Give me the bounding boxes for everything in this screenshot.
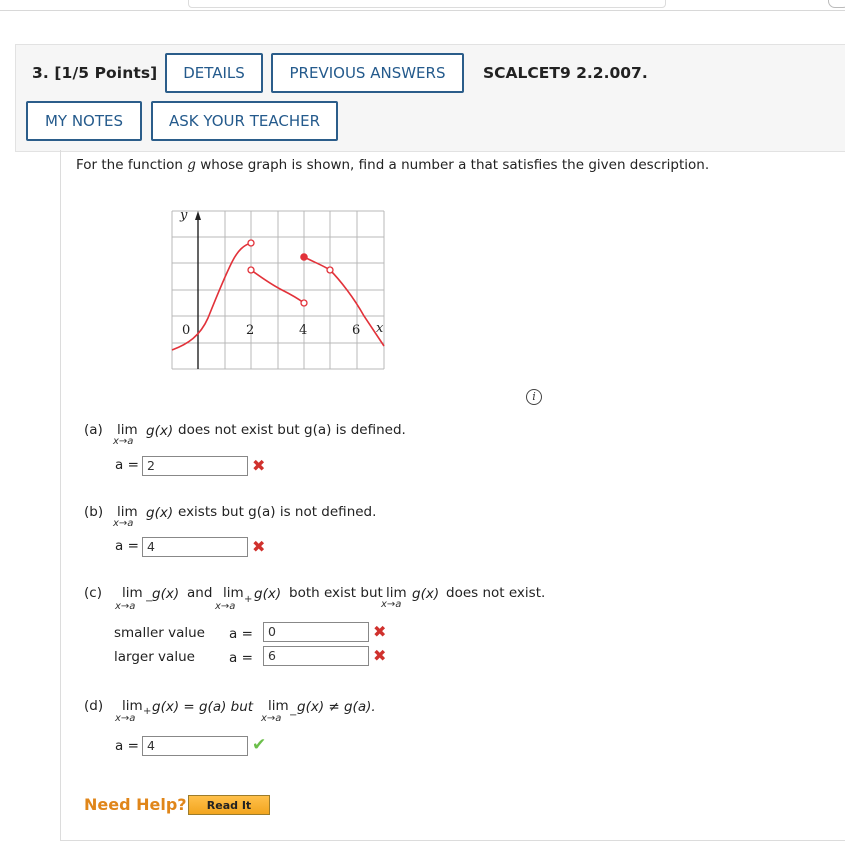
part-b-incorrect-icon: ✖ <box>252 537 266 556</box>
part-d-answer-input[interactable]: 4 <box>142 736 248 756</box>
y-axis-label: y <box>179 208 188 223</box>
part-d-correct-icon: ✔ <box>252 735 267 755</box>
ask-your-teacher-button[interactable]: ASK YOUR TEACHER <box>151 101 338 141</box>
part-c-larger-label: larger value <box>114 649 195 665</box>
part-c-and: and <box>187 585 213 601</box>
open-point-2-lower <box>247 266 255 274</box>
tick-label-4: 4 <box>299 323 307 338</box>
function-graph: y x 0 2 4 6 <box>171 208 385 370</box>
part-c-label: (c) <box>84 585 102 601</box>
part-b-answer-prefix: a = <box>115 538 139 554</box>
part-a-lim-sub: x→a <box>113 436 134 447</box>
prompt-text-2: whose graph is shown, find a number a th… <box>195 157 710 173</box>
tick-label-0: 0 <box>182 323 190 338</box>
prompt-text-1: For the function <box>76 157 188 173</box>
part-a-answer-input[interactable]: 2 <box>142 456 248 476</box>
part-b-lim-sub: x→a <box>113 518 134 529</box>
part-b-text: exists but g(a) is not defined. <box>178 504 377 520</box>
part-b-answer-input[interactable]: 4 <box>142 537 248 557</box>
tick-label-6: 6 <box>352 323 360 338</box>
part-c-larger-input[interactable]: 6 <box>263 646 369 666</box>
part-c-larger-incorrect-icon: ✖ <box>373 646 387 665</box>
part-b-expr: g(x) <box>146 505 174 521</box>
part-c-smaller-label: smaller value <box>114 625 205 641</box>
part-d-answer-prefix: a = <box>115 738 139 754</box>
part-c-smaller-incorrect-icon: ✖ <box>373 622 387 641</box>
part-c-smaller-input[interactable]: 0 <box>263 622 369 642</box>
part-a-incorrect-icon: ✖ <box>252 456 266 475</box>
part-d-expr-2: g(x) ≠ g(a). <box>297 699 376 715</box>
info-icon[interactable]: i <box>526 389 542 405</box>
question-code: SCALCET9 2.2.007. <box>483 64 648 82</box>
part-c-lim-right: lim <box>223 585 244 601</box>
part-d-label: (d) <box>84 698 104 714</box>
part-c-smaller-prefix: a = <box>229 626 253 642</box>
open-point-4 <box>300 299 308 307</box>
part-c-larger-prefix: a = <box>229 650 253 666</box>
open-point-5 <box>326 266 334 274</box>
part-c-lim-left-sub: x→a <box>115 601 136 612</box>
previous-answers-button[interactable]: PREVIOUS ANSWERS <box>271 53 464 93</box>
part-c-lim-left: lim <box>122 585 143 601</box>
part-c-text-2: does not exist. <box>446 585 546 601</box>
top-bar <box>0 0 845 11</box>
part-d-lim-right-sup: + <box>143 706 152 717</box>
prompt-func: g <box>187 157 196 173</box>
part-b-label: (b) <box>84 504 104 520</box>
part-c-lim-right-sub: x→a <box>215 601 236 612</box>
open-point-2-upper <box>247 239 255 247</box>
part-c-expr-right: g(x) <box>254 586 282 602</box>
x-axis-label: x <box>376 321 384 336</box>
top-search-box[interactable] <box>188 0 666 8</box>
part-d-lim-right-sub: x→a <box>115 713 136 724</box>
part-c-expr-both: g(x) <box>412 586 440 602</box>
part-d-lim-right: lim <box>122 698 143 714</box>
y-axis-arrow <box>195 211 201 220</box>
part-a-text: does not exist but g(a) is defined. <box>178 422 406 438</box>
closed-point-4 <box>300 253 308 261</box>
part-a-expr: g(x) <box>146 423 174 439</box>
graph-grid <box>171 210 385 370</box>
question-prompt: For the function g whose graph is shown,… <box>76 157 709 173</box>
part-a-answer-prefix: a = <box>115 457 139 473</box>
need-help-label: Need Help? <box>84 795 187 814</box>
question-number: 3. [1/5 Points] <box>32 64 158 82</box>
top-corner-control[interactable] <box>828 0 845 8</box>
part-d-lim-left: lim <box>268 698 289 714</box>
my-notes-button[interactable]: MY NOTES <box>26 101 142 141</box>
part-c-expr-left: g(x) <box>152 586 180 602</box>
part-d-expr-1: g(x) = g(a) but <box>152 699 254 715</box>
read-it-button[interactable]: Read It <box>188 795 270 815</box>
part-d-lim-left-sub: x→a <box>261 713 282 724</box>
part-a-label: (a) <box>84 422 103 438</box>
part-c-text-1: both exist but <box>289 585 383 601</box>
details-button[interactable]: DETAILS <box>165 53 263 93</box>
tick-label-2: 2 <box>246 323 254 338</box>
part-c-lim-both-sub: x→a <box>381 599 402 610</box>
part-c-lim-right-sup: + <box>244 594 253 605</box>
